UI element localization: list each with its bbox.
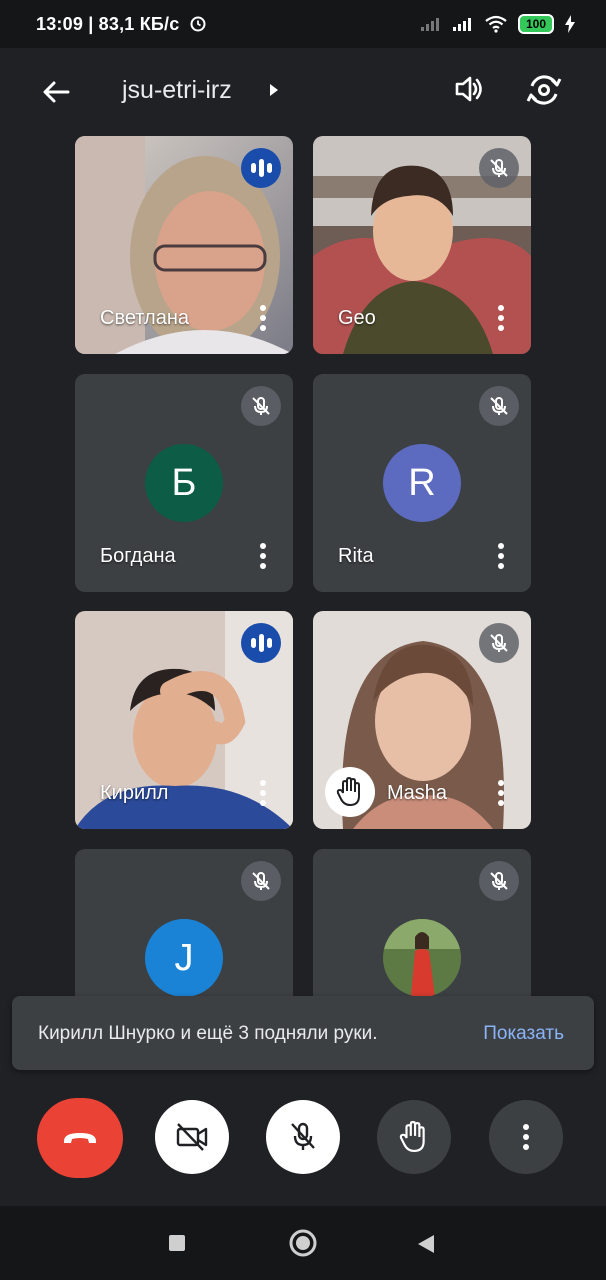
meeting-info-chevron-icon[interactable] bbox=[268, 82, 280, 98]
status-bar: 13:09 | 83,1 КБ/с 100 bbox=[0, 0, 606, 48]
system-nav-bar bbox=[0, 1206, 606, 1280]
status-icons: 100 bbox=[420, 14, 576, 34]
participant-tile-rita[interactable]: R Rita bbox=[313, 374, 531, 592]
avatar: R bbox=[383, 444, 461, 522]
avatar-photo bbox=[383, 919, 461, 997]
participant-tile-bogdana[interactable]: Б Богдана bbox=[75, 374, 293, 592]
speaking-indicator-icon bbox=[241, 623, 281, 663]
back-arrow-icon[interactable] bbox=[38, 74, 74, 110]
participant-tile-geo[interactable]: Geo bbox=[313, 136, 531, 354]
participant-name: Geo bbox=[338, 307, 376, 329]
recents-icon[interactable] bbox=[168, 1234, 186, 1252]
battery-indicator: 100 bbox=[517, 14, 554, 34]
raise-hand-button[interactable] bbox=[377, 1100, 451, 1174]
alarm-icon bbox=[190, 16, 206, 32]
signal-empty-icon bbox=[420, 18, 439, 31]
status-time-text: 13:09 | 83,1 КБ/с bbox=[36, 14, 180, 34]
raised-hands-toast: Кирилл Шнурко и ещё 3 подняли руки. Пока… bbox=[12, 996, 594, 1070]
avatar: J bbox=[145, 919, 223, 997]
mic-off-icon bbox=[479, 623, 519, 663]
more-vert-icon[interactable] bbox=[497, 779, 505, 807]
mic-toggle-button[interactable] bbox=[266, 1100, 340, 1174]
wifi-icon bbox=[485, 15, 507, 33]
call-controls bbox=[0, 1098, 606, 1184]
participant-name: Светлана bbox=[100, 307, 189, 329]
mic-off-icon bbox=[291, 1122, 315, 1150]
camera-toggle-button[interactable] bbox=[155, 1100, 229, 1174]
raised-hand-icon bbox=[325, 767, 375, 817]
signal-icon bbox=[452, 18, 471, 31]
home-icon[interactable] bbox=[289, 1229, 317, 1257]
participant-name: Богдана bbox=[100, 545, 176, 567]
more-options-button[interactable] bbox=[489, 1100, 563, 1174]
more-vert-icon[interactable] bbox=[497, 542, 505, 570]
participant-name: Кирилл bbox=[100, 782, 169, 804]
mic-off-icon bbox=[479, 386, 519, 426]
toast-message: Кирилл Шнурко и ещё 3 подняли руки. bbox=[38, 1023, 378, 1044]
more-vert-icon[interactable] bbox=[259, 304, 267, 332]
participant-name: Masha bbox=[387, 782, 448, 804]
camera-off-icon bbox=[176, 1123, 208, 1151]
switch-camera-icon[interactable] bbox=[524, 70, 564, 110]
participant-tile-svetlana[interactable]: Светлана bbox=[75, 136, 293, 354]
mic-off-icon bbox=[241, 861, 281, 901]
status-time-speed: 13:09 | 83,1 КБ/с bbox=[36, 14, 207, 35]
participant-tile-masha[interactable]: Masha bbox=[313, 611, 531, 829]
avatar: Б bbox=[145, 444, 223, 522]
show-hands-button[interactable]: Показать bbox=[483, 1023, 564, 1045]
meeting-header: jsu-etri-irz bbox=[0, 58, 606, 124]
meeting-title[interactable]: jsu-etri-irz bbox=[122, 76, 232, 105]
back-nav-icon[interactable] bbox=[416, 1233, 436, 1255]
participant-tile-kirill[interactable]: Кирилл bbox=[75, 611, 293, 829]
more-options-icon bbox=[523, 1124, 529, 1150]
speaker-icon[interactable] bbox=[452, 72, 486, 106]
charging-icon bbox=[565, 15, 575, 33]
speaking-indicator-icon bbox=[241, 148, 281, 188]
end-call-icon bbox=[64, 1133, 96, 1143]
more-vert-icon[interactable] bbox=[497, 304, 505, 332]
raise-hand-icon bbox=[399, 1120, 425, 1152]
mic-off-icon bbox=[479, 861, 519, 901]
end-call-button[interactable] bbox=[37, 1098, 123, 1178]
mic-off-icon bbox=[479, 148, 519, 188]
more-vert-icon[interactable] bbox=[259, 779, 267, 807]
mic-off-icon bbox=[241, 386, 281, 426]
participant-name: Rita bbox=[338, 545, 374, 567]
more-vert-icon[interactable] bbox=[259, 542, 267, 570]
